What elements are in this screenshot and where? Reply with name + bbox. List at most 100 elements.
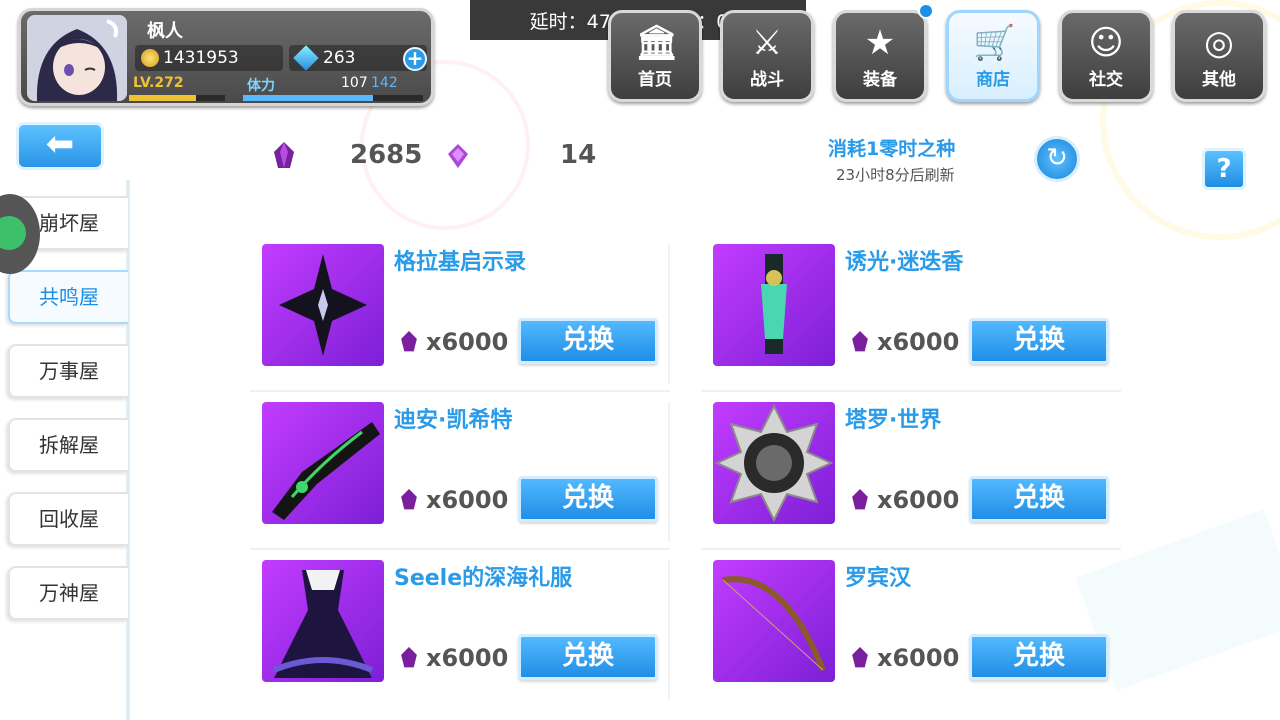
- item-name: 塔罗·世界: [845, 408, 942, 433]
- nav-social-button[interactable]: ☺ 社交: [1059, 10, 1153, 102]
- refresh-cost-label: 消耗1零时之种: [828, 138, 956, 160]
- item-name: 罗宾汉: [845, 566, 912, 591]
- divider: [668, 402, 670, 542]
- shop-item: 塔罗·世界 x6000 兑换: [701, 402, 1121, 552]
- divider: [701, 390, 1121, 392]
- divider: [668, 560, 670, 700]
- battle-icon: ⚔: [751, 23, 783, 63]
- arrow-left-icon: ⬅: [45, 124, 75, 164]
- shop-item: 罗宾汉 x6000 兑换: [701, 560, 1121, 710]
- divider: [250, 390, 670, 392]
- player-info-card[interactable]: 枫人 1431953 263 + LV.272 体力 107 142: [18, 8, 434, 106]
- item-image-dian-cecht: [262, 402, 384, 524]
- crystal-icon: [401, 489, 417, 510]
- coin-icon: [141, 49, 159, 67]
- question-icon: ?: [1216, 154, 1232, 184]
- shop-item: 格拉基启示录 x6000 兑换: [250, 244, 670, 394]
- tab-resonance-house[interactable]: 共鸣屋: [8, 270, 128, 324]
- crystal-icon: [852, 331, 868, 352]
- add-gems-button[interactable]: +: [403, 47, 427, 71]
- coin-count: 1431953: [163, 48, 239, 68]
- item-cost-value: x6000: [426, 644, 509, 672]
- nav-label: 战斗: [750, 70, 784, 90]
- item-name: 格拉基启示录: [394, 250, 527, 275]
- item-image-seele-deep-sea-dress: [262, 560, 384, 682]
- help-button[interactable]: ?: [1202, 148, 1246, 190]
- tab-dismantle-house[interactable]: 拆解屋: [8, 418, 128, 472]
- item-name: Seele的深海礼服: [394, 566, 573, 591]
- item-cost-value: x6000: [426, 328, 509, 356]
- crystal-icon: [293, 45, 319, 71]
- crystal-icon: [274, 142, 294, 168]
- item-image-rosemary: [713, 244, 835, 366]
- stamina-bar: [243, 95, 423, 101]
- redeem-button[interactable]: 兑换: [969, 318, 1109, 364]
- nav-label: 首页: [638, 70, 672, 90]
- shop-item: Seele的深海礼服 x6000 兑换: [250, 560, 670, 710]
- shop-icon: 🛒: [973, 23, 1016, 63]
- refresh-button[interactable]: ↻: [1034, 136, 1080, 182]
- tab-pantheon-house[interactable]: 万神屋: [8, 566, 128, 620]
- nav-other-button[interactable]: ◎ 其他: [1172, 10, 1266, 102]
- crystal-icon: [852, 489, 868, 510]
- redeem-button[interactable]: 兑换: [518, 318, 658, 364]
- refresh-countdown: 23小时8分后刷新: [836, 166, 955, 184]
- crystal-icon: [852, 647, 868, 668]
- item-cost-value: x6000: [877, 486, 960, 514]
- stamina-fill: [243, 95, 373, 101]
- nav-label: 其他: [1202, 70, 1236, 90]
- item-cost-value: x6000: [426, 486, 509, 514]
- avatar[interactable]: [27, 15, 127, 101]
- item-image-robin-hood: [713, 560, 835, 682]
- nav-battle-button[interactable]: ⚔ 战斗: [720, 10, 814, 102]
- nav-label: 社交: [1089, 70, 1123, 90]
- nav-home-button[interactable]: 🏛 首页: [608, 10, 702, 102]
- time-seed-count: 14: [560, 140, 597, 170]
- item-cost-value: x6000: [877, 328, 960, 356]
- divider: [701, 548, 1121, 550]
- nav-label: 装备: [863, 70, 897, 90]
- crystal-icon: [401, 331, 417, 352]
- stamina-max: 142: [371, 75, 398, 91]
- item-cost: x6000: [849, 486, 959, 514]
- redeem-button[interactable]: 兑换: [969, 476, 1109, 522]
- divider: [250, 548, 670, 550]
- item-cost: x6000: [398, 486, 508, 514]
- crystal-count: 2685: [350, 140, 423, 170]
- nav-label: 商店: [976, 70, 1010, 90]
- refresh-icon: ↻: [1046, 143, 1068, 173]
- nav-equipment-button[interactable]: ★ 装备: [833, 10, 927, 102]
- coin-balance: 1431953: [135, 45, 283, 71]
- equipment-icon: ★: [864, 23, 896, 63]
- gem-count: 263: [323, 48, 356, 68]
- item-image-tarot-world: [713, 402, 835, 524]
- home-icon: 🏛: [635, 23, 679, 63]
- shop-item: 诱光·迷迭香 x6000 兑换: [701, 244, 1121, 394]
- item-cost: x6000: [398, 644, 508, 672]
- divider: [668, 244, 670, 384]
- item-cost-value: x6000: [877, 644, 960, 672]
- crystal-icon: [401, 647, 417, 668]
- back-button[interactable]: ⬅: [16, 122, 104, 170]
- level-progress-bar: [129, 95, 225, 101]
- social-icon: ☺: [1088, 23, 1124, 63]
- item-name: 诱光·迷迭香: [845, 250, 964, 275]
- redeem-button[interactable]: 兑换: [518, 476, 658, 522]
- shop-item: 迪安·凯希特 x6000 兑换: [250, 402, 670, 552]
- redeem-button[interactable]: 兑换: [969, 634, 1109, 680]
- redeem-button[interactable]: 兑换: [518, 634, 658, 680]
- stamina-label: 体力: [247, 78, 275, 94]
- item-name: 迪安·凯希特: [394, 408, 513, 433]
- stamina-current: 107: [341, 75, 368, 91]
- tab-recycle-house[interactable]: 回收屋: [8, 492, 128, 546]
- tab-general-house[interactable]: 万事屋: [8, 344, 128, 398]
- item-cost: x6000: [849, 328, 959, 356]
- item-image-grakis-revelation: [262, 244, 384, 366]
- nav-shop-button[interactable]: 🛒 商店: [946, 10, 1040, 102]
- level-progress-fill: [129, 95, 197, 101]
- time-seed-icon: [448, 144, 468, 168]
- item-cost: x6000: [849, 644, 959, 672]
- item-cost: x6000: [398, 328, 508, 356]
- player-name: 枫人: [147, 21, 183, 42]
- player-level: LV.272: [133, 75, 184, 91]
